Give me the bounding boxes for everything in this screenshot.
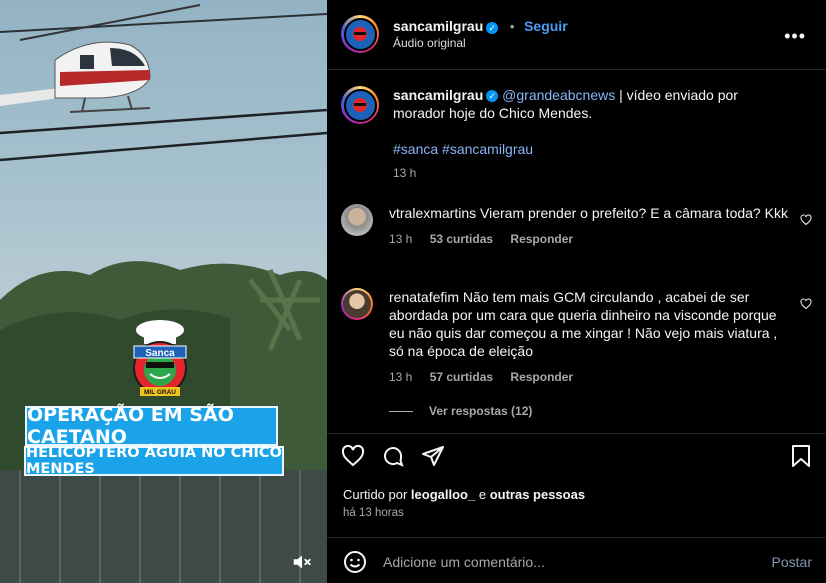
verified-icon: ✓: [486, 21, 499, 34]
helicopter-image: [0, 4, 201, 113]
like-icon[interactable]: [341, 444, 365, 468]
author-avatar[interactable]: [341, 15, 379, 53]
caption-hashtags[interactable]: #sanca #sancamilgrau: [393, 140, 793, 158]
like-comment-icon[interactable]: [800, 298, 812, 310]
post-video[interactable]: Sanca MIL GRAU OPERAÇÃO EM SÃO CAETANO H…: [0, 0, 327, 583]
comment-likes[interactable]: 57 curtidas: [430, 370, 493, 384]
reply-button[interactable]: Responder: [510, 370, 573, 384]
caption-avatar[interactable]: [341, 86, 379, 124]
instagram-post-viewer: Sanca MIL GRAU OPERAÇÃO EM SÃO CAETANO H…: [0, 0, 826, 583]
like-comment-icon[interactable]: [800, 214, 812, 226]
caption-username[interactable]: sancamilgrau: [393, 87, 483, 103]
post-comment-button[interactable]: Postar: [772, 554, 812, 570]
likes-prefix: Curtido por: [343, 487, 411, 502]
audio-label[interactable]: Áudio original: [393, 36, 568, 50]
comment-username[interactable]: renatafefim: [389, 289, 459, 305]
view-replies-button[interactable]: Ver respostas (12): [429, 402, 532, 420]
comment-input[interactable]: Adicione um comentário...: [383, 554, 545, 570]
mute-icon[interactable]: [291, 551, 313, 573]
more-options-icon[interactable]: •••: [784, 26, 806, 47]
comment-likes[interactable]: 53 curtidas: [430, 232, 493, 246]
divider: [327, 69, 826, 70]
commenter-avatar[interactable]: [341, 204, 373, 236]
reply-button[interactable]: Responder: [510, 232, 573, 246]
comment-text: Vieram prender o prefeito? E a câmara to…: [476, 205, 788, 221]
share-icon[interactable]: [421, 444, 445, 468]
save-icon[interactable]: [790, 444, 812, 468]
likes-summary: Curtido por leogalloo_ e outras pessoas: [343, 487, 585, 502]
comment-icon[interactable]: [381, 444, 405, 468]
logo-subtext: MIL GRAU: [144, 389, 176, 396]
post-sidebar: sancamilgrau ✓ • Seguir Áudio original ••…: [327, 0, 826, 583]
comment-username[interactable]: vtralexmartins: [389, 205, 476, 221]
caption-time: 13 h: [393, 166, 417, 180]
commenter-avatar[interactable]: [341, 288, 373, 320]
comment-item: vtralexmartins Vieram prender o prefeito…: [341, 204, 812, 248]
comment-time: 13 h: [389, 370, 413, 384]
liked-by-others[interactable]: outras pessoas: [490, 487, 585, 502]
add-comment-bar: Adicione um comentário... Postar: [343, 548, 812, 576]
divider: [327, 433, 826, 434]
video-scene: Sanca MIL GRAU: [0, 4, 327, 583]
action-bar: [341, 444, 812, 472]
comment-item: renatafefim Não tem mais GCM circulando …: [341, 288, 812, 420]
replies-line: [389, 410, 413, 412]
likes-middle: e: [475, 487, 490, 502]
verified-icon: ✓: [486, 90, 499, 103]
follow-button[interactable]: Seguir: [524, 18, 568, 34]
video-subtitle-overlay: HELICÓPTERO ÁGUIA NO CHICO MENDES: [24, 445, 284, 477]
sanca-logo: Sanca MIL GRAU: [133, 320, 187, 396]
post-caption: sancamilgrau ✓ @grandeabcnews | vídeo env…: [341, 86, 812, 182]
liked-by-user[interactable]: leogalloo_: [411, 487, 475, 502]
separator-dot: •: [509, 19, 515, 34]
post-time: há 13 horas: [343, 507, 404, 519]
caption-mention[interactable]: @grandeabcnews: [502, 87, 615, 103]
video-title-overlay: OPERAÇÃO EM SÃO CAETANO: [25, 404, 278, 448]
author-username[interactable]: sancamilgrau: [393, 18, 483, 34]
comment-time: 13 h: [389, 232, 413, 246]
divider: [327, 537, 826, 538]
post-header: sancamilgrau ✓ • Seguir Áudio original ••…: [341, 14, 812, 54]
emoji-icon[interactable]: [343, 550, 367, 574]
logo-text: Sanca: [145, 348, 175, 359]
